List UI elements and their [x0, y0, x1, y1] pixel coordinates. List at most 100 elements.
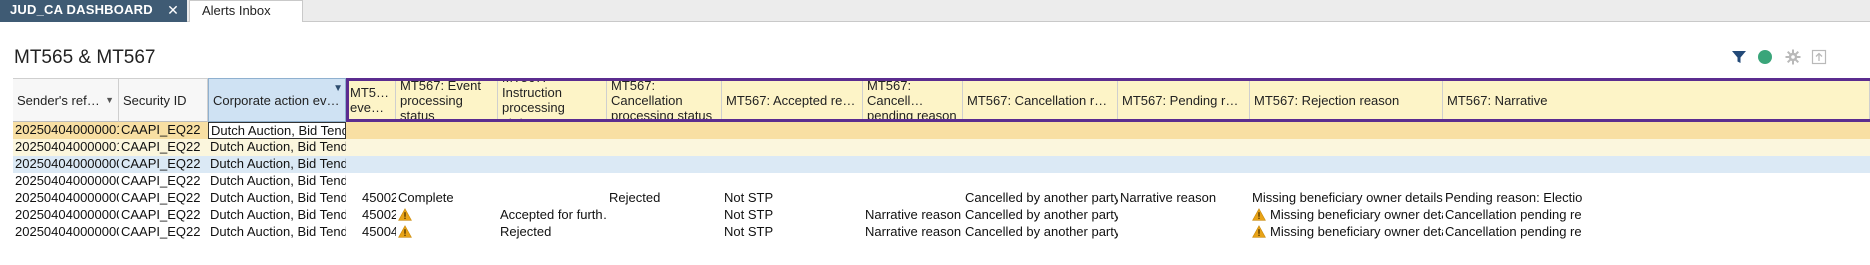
cell-narrative[interactable]: [1443, 122, 1870, 139]
cell-security-id[interactable]: CAAPI_EQ22: [119, 139, 208, 156]
cell-event-processing-status[interactable]: [396, 122, 498, 139]
cell-event-processing-status[interactable]: [396, 207, 498, 224]
cell-cancellation-reason[interactable]: [963, 156, 1118, 173]
cell-corporate-action-event[interactable]: Dutch Auction, Bid Tender: [208, 207, 346, 224]
cell-cancellation-reason[interactable]: [963, 122, 1118, 139]
table-row[interactable]: 2025040400000011 CAAPI_EQ22 Dutch Auction,…: [13, 122, 1870, 139]
cell-instruction-processing-status[interactable]: Rejected: [498, 224, 607, 241]
cell-cancellation-pending-reason[interactable]: [863, 122, 963, 139]
tab-jud-ca-dashboard[interactable]: JUD_CA DASHBOARD ✕: [0, 0, 187, 22]
cell-rejection-reason[interactable]: Missing beneficiary owner details: [1250, 190, 1443, 207]
filter-icon[interactable]: ▼: [333, 81, 343, 96]
cell-cancellation-pending-reason[interactable]: Narrative reason: [863, 207, 963, 224]
cell-mt56-event[interactable]: [346, 122, 396, 139]
cell-rejection-reason[interactable]: [1250, 173, 1443, 190]
cell-senders-ref[interactable]: 2025040400000007: [13, 190, 119, 207]
column-header-cancellation-pending-reason[interactable]: MT567: Cancell… pending reason: [863, 78, 963, 122]
column-header-cancellation-processing-status[interactable]: MT567: Cancellation processing status: [607, 78, 722, 122]
table-row[interactable]: 2025040400000005CAAPI_EQ22 Dutch Auction,…: [13, 224, 1870, 241]
cell-instruction-processing-status[interactable]: [498, 156, 607, 173]
table-row[interactable]: 2025040400000007CAAPI_EQ22 Dutch Auction,…: [13, 190, 1870, 207]
cell-narrative[interactable]: Pending reason: Electio: [1443, 190, 1870, 207]
cell-mt56-event[interactable]: 45004: [346, 224, 396, 241]
cell-rejection-reason[interactable]: Missing beneficiary owner details: [1250, 207, 1443, 224]
cell-security-id[interactable]: CAAPI_EQ22: [119, 156, 208, 173]
cell-cancellation-processing-status[interactable]: [607, 173, 722, 190]
column-header-rejection-reason[interactable]: MT567: Rejection reason: [1250, 78, 1443, 122]
cell-corporate-action-event[interactable]: Dutch Auction, Bid Tender: [208, 224, 346, 241]
cell-security-id[interactable]: CAAPI_EQ22: [119, 224, 208, 241]
cell-mt56-event[interactable]: 45002: [346, 207, 396, 224]
cell-cancellation-processing-status[interactable]: [607, 139, 722, 156]
sort-caret-icon[interactable]: ▼: [105, 93, 114, 108]
cell-mt56-event[interactable]: [346, 139, 396, 156]
cell-accepted-reason[interactable]: [722, 156, 863, 173]
column-header-narrative[interactable]: MT567: Narrative: [1443, 78, 1870, 122]
cell-cancellation-processing-status[interactable]: [607, 207, 722, 224]
cell-cancellation-reason[interactable]: Cancelled by another party: [963, 190, 1118, 207]
cell-accepted-reason[interactable]: Not STP: [722, 190, 863, 207]
column-header-security-id[interactable]: Security ID: [119, 78, 208, 122]
cell-rejection-reason[interactable]: Missing beneficiary owner details: [1250, 224, 1443, 241]
cell-pending-reason[interactable]: Narrative reason: [1118, 190, 1250, 207]
close-icon[interactable]: ✕: [167, 0, 179, 20]
table-row[interactable]: 2025040400000010CAAPI_EQ22 Dutch Auction,…: [13, 139, 1870, 156]
cell-narrative[interactable]: [1443, 173, 1870, 190]
cell-cancellation-pending-reason[interactable]: [863, 173, 963, 190]
cell-corporate-action-event[interactable]: Dutch Auction, Bid Tender: [208, 190, 346, 207]
cell-cancellation-pending-reason[interactable]: Narrative reason: [863, 224, 963, 241]
cell-rejection-reason[interactable]: [1250, 139, 1443, 156]
cell-cancellation-processing-status[interactable]: Rejected: [607, 190, 722, 207]
cell-accepted-reason[interactable]: Not STP: [722, 224, 863, 241]
cell-security-id[interactable]: CAAPI_EQ22: [119, 173, 208, 190]
cell-instruction-processing-status[interactable]: [498, 122, 607, 139]
cell-cancellation-reason[interactable]: Cancelled by another party: [963, 224, 1118, 241]
cell-event-processing-status[interactable]: [396, 156, 498, 173]
table-row[interactable]: 2025040400000006CAAPI_EQ22 Dutch Auction,…: [13, 207, 1870, 224]
cell-accepted-reason[interactable]: Not STP: [722, 207, 863, 224]
cell-pending-reason[interactable]: [1118, 207, 1250, 224]
cell-narrative[interactable]: [1443, 156, 1870, 173]
cell-pending-reason[interactable]: [1118, 156, 1250, 173]
cell-pending-reason[interactable]: [1118, 122, 1250, 139]
cell-senders-ref[interactable]: 2025040400000009: [13, 156, 119, 173]
cell-corporate-action-event[interactable]: Dutch Auction, Bid Tender: [208, 139, 346, 156]
cell-mt56-event[interactable]: 45002: [346, 190, 396, 207]
cell-cancellation-reason[interactable]: [963, 139, 1118, 156]
column-header-cancellation-reason[interactable]: MT567: Cancellation reason: [963, 78, 1118, 122]
cell-event-processing-status[interactable]: Complete: [396, 190, 498, 207]
column-header-accepted-reason[interactable]: MT567: Accepted reason: [722, 78, 863, 122]
cell-cancellation-pending-reason[interactable]: [863, 190, 963, 207]
cell-accepted-reason[interactable]: [722, 139, 863, 156]
cell-cancellation-processing-status[interactable]: [607, 122, 722, 139]
cell-narrative[interactable]: Cancellation pending re: [1443, 224, 1870, 241]
status-dot-icon[interactable]: [1755, 47, 1775, 67]
cell-security-id[interactable]: CAAPI_EQ22: [119, 122, 208, 139]
column-header-corporate-action-event[interactable]: Corporate action eve… ▼: [208, 78, 346, 122]
settings-gear-icon[interactable]: [1783, 47, 1803, 67]
cell-narrative[interactable]: [1443, 139, 1870, 156]
cell-cancellation-reason[interactable]: Cancelled by another party: [963, 207, 1118, 224]
filter-icon[interactable]: [1729, 47, 1749, 67]
cell-senders-ref[interactable]: 2025040400000010: [13, 139, 119, 156]
cell-corporate-action-event[interactable]: Dutch Auction, Bid Tender: [208, 156, 346, 173]
column-header-mt56-event[interactable]: MT56… event…: [346, 78, 396, 122]
cell-mt56-event[interactable]: [346, 156, 396, 173]
cell-cancellation-processing-status[interactable]: [607, 224, 722, 241]
tab-alerts-inbox[interactable]: Alerts Inbox: [189, 0, 303, 22]
column-header-pending-reason[interactable]: MT567: Pending reason: [1118, 78, 1250, 122]
cell-corporate-action-event[interactable]: Dutch Auction, Bid Tender: [208, 122, 346, 139]
column-header-senders-ref[interactable]: Sender's refer…▼: [13, 78, 119, 122]
cell-rejection-reason[interactable]: [1250, 156, 1443, 173]
cell-event-processing-status[interactable]: [396, 173, 498, 190]
cell-event-processing-status[interactable]: [396, 224, 498, 241]
cell-instruction-processing-status[interactable]: [498, 173, 607, 190]
cell-security-id[interactable]: CAAPI_EQ22: [119, 190, 208, 207]
cell-narrative[interactable]: Cancellation pending re: [1443, 207, 1870, 224]
cell-senders-ref[interactable]: 2025040400000005: [13, 224, 119, 241]
cell-senders-ref[interactable]: 2025040400000008: [13, 173, 119, 190]
cell-senders-ref[interactable]: 2025040400000006: [13, 207, 119, 224]
cell-cancellation-pending-reason[interactable]: [863, 156, 963, 173]
cell-corporate-action-event[interactable]: Dutch Auction, Bid Tender: [208, 173, 346, 190]
cell-accepted-reason[interactable]: [722, 122, 863, 139]
